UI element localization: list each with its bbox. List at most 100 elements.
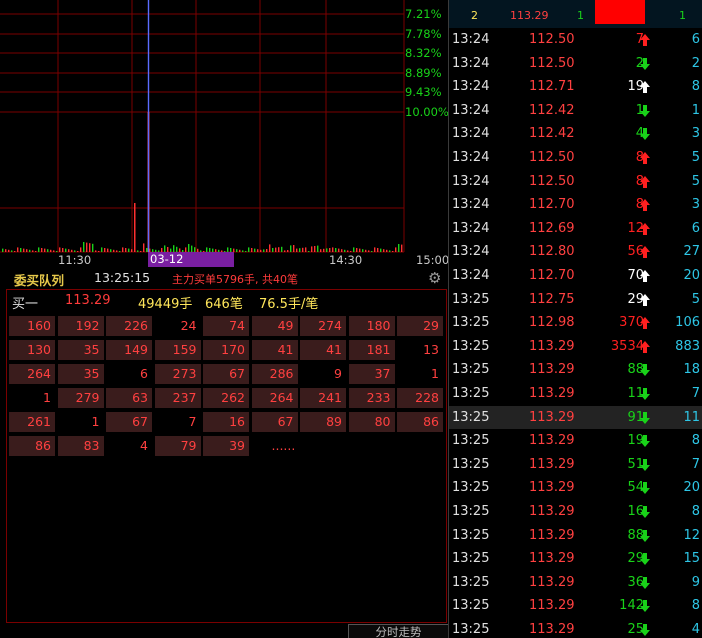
queue-cell: 262 <box>203 388 249 408</box>
pct-label: 8.32% <box>405 46 442 60</box>
tick-row[interactable]: 13:24 112.70 70 20 <box>449 264 702 288</box>
tick-row[interactable]: 13:25 113.29 88 18 <box>449 358 702 382</box>
queue-title[interactable]: 委买队列 <box>14 270 64 289</box>
queue-cell: 67 <box>251 412 298 432</box>
bid-avg-per-order: 76.5手/笔 <box>259 297 319 312</box>
volume-bar <box>77 251 79 252</box>
bid-volume: 49449手 <box>138 297 193 312</box>
cursor-time-badge: 03-12 13:25:15 <box>148 252 234 281</box>
tick-row[interactable]: 13:25 113.29 19 8 <box>449 429 702 453</box>
tick-orders: 4 <box>691 622 700 637</box>
tick-row[interactable]: 13:24 112.69 12 6 <box>449 217 702 241</box>
tick-price: 112.69 <box>529 220 575 236</box>
header-value-a: 2 <box>471 9 478 22</box>
volume-bar <box>383 249 385 252</box>
gear-icon[interactable]: ⚙ <box>428 269 441 287</box>
tick-row[interactable]: 13:24 112.42 4 3 <box>449 122 702 146</box>
tick-time: 13:24 <box>452 55 490 71</box>
volume-bar <box>50 249 52 252</box>
volume-bar <box>326 248 328 252</box>
queue-cell: 35 <box>57 364 104 384</box>
queue-cell: 286 <box>251 364 298 384</box>
volume-bar <box>389 250 391 252</box>
volume-bar <box>254 248 256 252</box>
tick-row[interactable]: 13:25 113.29 25 4 <box>449 618 702 638</box>
tick-row[interactable]: 13:25 113.29 16 8 <box>449 500 702 524</box>
volume-bar <box>188 244 190 252</box>
tick-orders: 20 <box>683 268 700 283</box>
tick-row[interactable]: 13:24 112.50 7 6 <box>449 28 702 52</box>
queue-cell: 7 <box>188 414 197 429</box>
arrow-down-icon <box>640 576 650 589</box>
volume-bar <box>329 248 331 252</box>
queue-cell: 89 <box>300 412 346 432</box>
arrow-down-icon <box>640 506 650 518</box>
tick-row[interactable]: 13:24 112.50 2 2 <box>449 52 702 76</box>
queue-cell: 37 <box>348 364 395 384</box>
volume-bar <box>296 248 298 252</box>
volume-bar <box>59 247 61 252</box>
tick-row[interactable]: 13:25 112.75 29 5 <box>449 288 702 312</box>
tick-time: 13:24 <box>452 220 490 236</box>
queue-cell: 180 <box>348 316 395 336</box>
tick-time: 13:24 <box>452 126 490 142</box>
tick-orders: 3 <box>691 197 700 213</box>
arrow-up-icon <box>640 81 650 94</box>
tick-row[interactable]: 13:24 112.70 8 3 <box>449 193 702 217</box>
tick-orders: 18 <box>683 362 700 378</box>
queue-cell: 29 <box>397 316 443 336</box>
tick-row[interactable]: 13:25 113.29 11 7 <box>449 382 702 406</box>
tick-row[interactable]: 13:25 113.29 91 11 <box>449 405 702 430</box>
volume-bar <box>122 247 124 252</box>
tab-intraday-trend[interactable]: 分时走势 <box>348 624 448 638</box>
tick-row[interactable]: 13:24 112.80 56 27 <box>449 240 702 264</box>
volume-bar <box>260 249 262 252</box>
volume-bar <box>395 247 397 252</box>
trade-ticks-panel[interactable]: 2 113.29 1 1 13:24 112.50 7 6 13:24 112.50 2 2 1… <box>449 0 702 638</box>
tick-price: 113.29 <box>529 504 575 519</box>
queue-cell: 13 <box>423 342 439 357</box>
tick-row[interactable]: 13:24 112.71 19 8 <box>449 75 702 99</box>
tick-row[interactable]: 13:24 112.50 8 5 <box>449 146 702 170</box>
tick-price: 113.29 <box>529 338 575 354</box>
tick-row[interactable]: 13:25 113.29 142 8 <box>449 594 702 618</box>
queue-cell: 159 <box>154 340 201 360</box>
queue-header: 委买队列 13:25:15 主力买单5796手, 共40笔 ⚙ <box>0 268 448 288</box>
tick-row[interactable]: 13:25 113.29 36 9 <box>449 571 702 595</box>
arrow-down-icon <box>640 128 650 141</box>
tick-row[interactable]: 13:24 112.50 8 5 <box>449 170 702 194</box>
volume-bar <box>368 250 370 252</box>
volume-bar <box>5 249 7 252</box>
volume-bar <box>293 245 295 252</box>
tick-row[interactable]: 13:25 113.29 3534 883 <box>449 335 702 359</box>
tick-time: 13:25 <box>452 574 490 590</box>
tick-time: 13:25 <box>452 527 490 543</box>
tick-row[interactable]: 13:25 113.29 54 20 <box>449 476 702 500</box>
intraday-chart[interactable]: 7.21% 7.78% 8.32% 8.89% 9.43% 10.00% 11:30 14… <box>0 0 449 281</box>
volume-bar <box>317 245 319 252</box>
tick-row[interactable]: 13:25 113.29 51 7 <box>449 453 702 477</box>
tick-row[interactable]: 13:25 113.29 88 12 <box>449 524 702 548</box>
tick-price: 112.50 <box>529 150 575 165</box>
bid-orders: 646笔 <box>205 297 243 312</box>
tick-row[interactable]: 13:25 112.98 370 106 <box>449 311 702 335</box>
queue-cell: 67 <box>106 412 152 432</box>
volume-bar <box>323 248 325 252</box>
volume-bar <box>23 248 25 252</box>
tick-row[interactable]: 13:25 113.29 29 15 <box>449 547 702 571</box>
queue-cell: 228 <box>397 388 443 408</box>
volume-bar <box>290 245 292 252</box>
volume-bar <box>401 244 403 252</box>
arrow-up-icon <box>640 246 650 259</box>
queue-cell: 261 <box>9 412 55 432</box>
queue-cell: 192 <box>57 316 104 336</box>
tick-time: 13:24 <box>452 268 490 283</box>
arrow-down-icon <box>640 411 650 424</box>
tick-orders: 7 <box>691 386 700 401</box>
volume-bar <box>104 248 106 252</box>
tick-row[interactable]: 13:24 112.42 1 1 <box>449 99 702 123</box>
chart-canvas[interactable] <box>0 0 448 268</box>
volume-bar <box>89 243 91 252</box>
tick-time: 13:24 <box>452 173 490 189</box>
volume-bar <box>380 248 382 252</box>
